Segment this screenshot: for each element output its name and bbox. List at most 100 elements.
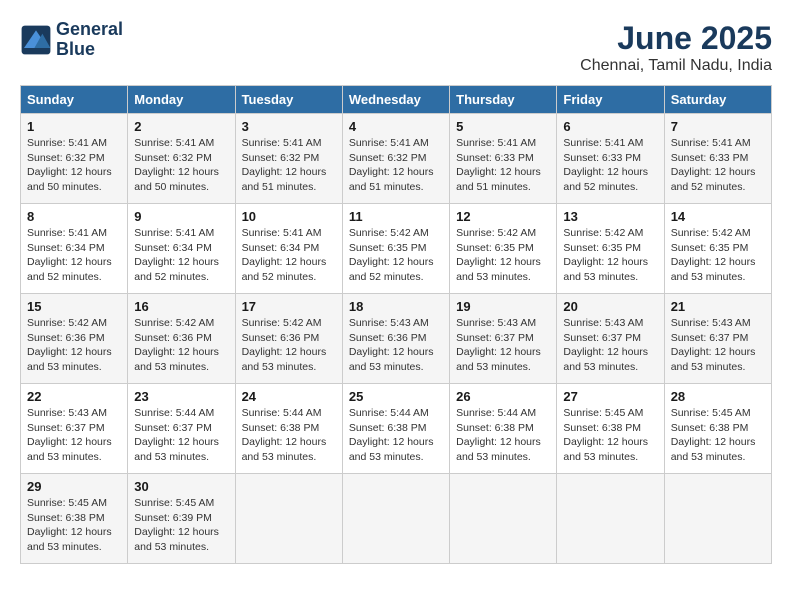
day-info: Sunrise: 5:41 AM Sunset: 6:34 PM Dayligh… [134,226,228,285]
table-row: 8Sunrise: 5:41 AM Sunset: 6:34 PM Daylig… [21,204,128,294]
day-number: 25 [349,389,443,404]
table-row: 23 Sunrise: 5:44 AM Sunset: 6:37 PM Dayli… [128,384,235,474]
day-info: Sunrise: 5:43 AM Sunset: 6:37 PM Dayligh… [456,316,550,375]
day-number: 1 [27,119,121,134]
day-number: 12 [456,209,550,224]
table-row: 26 Sunrise: 5:44 AM Sunset: 6:38 PM Dayli… [450,384,557,474]
title-block: June 2025 Chennai, Tamil Nadu, India [580,20,772,75]
table-row [342,474,449,564]
day-info: Sunrise: 5:44 AM Sunset: 6:38 PM Dayligh… [242,406,336,465]
header-friday: Friday [557,86,664,114]
day-info: Sunrise: 5:41 AM Sunset: 6:33 PM Dayligh… [671,136,765,195]
header-saturday: Saturday [664,86,771,114]
header-wednesday: Wednesday [342,86,449,114]
day-info: Sunrise: 5:44 AM Sunset: 6:37 PM Dayligh… [134,406,228,465]
day-number: 5 [456,119,550,134]
day-number: 21 [671,299,765,314]
day-number: 4 [349,119,443,134]
table-row: 9 Sunrise: 5:41 AM Sunset: 6:34 PM Daylig… [128,204,235,294]
day-number: 10 [242,209,336,224]
table-row: 20 Sunrise: 5:43 AM Sunset: 6:37 PM Dayli… [557,294,664,384]
day-number: 7 [671,119,765,134]
table-row: 13 Sunrise: 5:42 AM Sunset: 6:35 PM Dayli… [557,204,664,294]
day-info: Sunrise: 5:42 AM Sunset: 6:35 PM Dayligh… [563,226,657,285]
day-info: Sunrise: 5:42 AM Sunset: 6:36 PM Dayligh… [134,316,228,375]
table-row [664,474,771,564]
day-info: Sunrise: 5:41 AM Sunset: 6:32 PM Dayligh… [242,136,336,195]
day-number: 29 [27,479,121,494]
day-number: 30 [134,479,228,494]
table-row: 7 Sunrise: 5:41 AM Sunset: 6:33 PM Daylig… [664,114,771,204]
day-info: Sunrise: 5:42 AM Sunset: 6:35 PM Dayligh… [671,226,765,285]
day-number: 27 [563,389,657,404]
header-tuesday: Tuesday [235,86,342,114]
day-number: 8 [27,209,121,224]
day-number: 24 [242,389,336,404]
day-info: Sunrise: 5:41 AM Sunset: 6:32 PM Dayligh… [349,136,443,195]
calendar-week-row: 29 Sunrise: 5:45 AM Sunset: 6:38 PM Dayli… [21,474,772,564]
table-row: 6 Sunrise: 5:41 AM Sunset: 6:33 PM Daylig… [557,114,664,204]
table-row: 15Sunrise: 5:42 AM Sunset: 6:36 PM Dayli… [21,294,128,384]
table-row: 2Sunrise: 5:41 AM Sunset: 6:32 PM Daylig… [128,114,235,204]
day-info: Sunrise: 5:44 AM Sunset: 6:38 PM Dayligh… [349,406,443,465]
day-number: 28 [671,389,765,404]
day-number: 16 [134,299,228,314]
calendar-week-row: 22Sunrise: 5:43 AM Sunset: 6:37 PM Dayli… [21,384,772,474]
day-info: Sunrise: 5:41 AM Sunset: 6:32 PM Dayligh… [27,136,121,195]
calendar-week-row: 15Sunrise: 5:42 AM Sunset: 6:36 PM Dayli… [21,294,772,384]
table-row: 14 Sunrise: 5:42 AM Sunset: 6:35 PM Dayli… [664,204,771,294]
table-row: 28Sunrise: 5:45 AM Sunset: 6:38 PM Dayli… [664,384,771,474]
calendar-subtitle: Chennai, Tamil Nadu, India [580,57,772,75]
day-info: Sunrise: 5:41 AM Sunset: 6:33 PM Dayligh… [456,136,550,195]
table-row: 16 Sunrise: 5:42 AM Sunset: 6:36 PM Dayli… [128,294,235,384]
day-info: Sunrise: 5:45 AM Sunset: 6:38 PM Dayligh… [563,406,657,465]
table-row [235,474,342,564]
day-number: 13 [563,209,657,224]
day-number: 14 [671,209,765,224]
table-row: 12 Sunrise: 5:42 AM Sunset: 6:35 PM Dayli… [450,204,557,294]
header-sunday: Sunday [21,86,128,114]
day-number: 26 [456,389,550,404]
table-row [450,474,557,564]
table-row: 1 Sunrise: 5:41 AM Sunset: 6:32 PM Daylig… [21,114,128,204]
day-info: Sunrise: 5:41 AM Sunset: 6:33 PM Dayligh… [563,136,657,195]
day-number: 3 [242,119,336,134]
day-number: 22 [27,389,121,404]
day-number: 6 [563,119,657,134]
calendar-table: Sunday Monday Tuesday Wednesday Thursday… [20,85,772,564]
table-row [557,474,664,564]
day-number: 19 [456,299,550,314]
day-info: Sunrise: 5:45 AM Sunset: 6:39 PM Dayligh… [134,496,228,555]
table-row: 29 Sunrise: 5:45 AM Sunset: 6:38 PM Dayli… [21,474,128,564]
day-info: Sunrise: 5:43 AM Sunset: 6:37 PM Dayligh… [563,316,657,375]
table-row: 24 Sunrise: 5:44 AM Sunset: 6:38 PM Dayli… [235,384,342,474]
day-info: Sunrise: 5:45 AM Sunset: 6:38 PM Dayligh… [27,496,121,555]
table-row: 19 Sunrise: 5:43 AM Sunset: 6:37 PM Dayli… [450,294,557,384]
table-row: 30 Sunrise: 5:45 AM Sunset: 6:39 PM Dayli… [128,474,235,564]
calendar-week-row: 1 Sunrise: 5:41 AM Sunset: 6:32 PM Daylig… [21,114,772,204]
day-info: Sunrise: 5:43 AM Sunset: 6:37 PM Dayligh… [671,316,765,375]
calendar-week-row: 8 Sunrise: 5:41 AM Sunset: 6:34 PM Daylig… [21,204,772,294]
day-number: 2 [134,119,228,134]
logo-text: General Blue [56,20,123,60]
day-number: 20 [563,299,657,314]
table-row: 10 Sunrise: 5:41 AM Sunset: 6:34 PM Dayli… [235,204,342,294]
table-row: 17 Sunrise: 5:42 AM Sunset: 6:36 PM Dayli… [235,294,342,384]
day-number: 9 [134,209,228,224]
table-row: 4 Sunrise: 5:41 AM Sunset: 6:32 PM Daylig… [342,114,449,204]
day-info: Sunrise: 5:44 AM Sunset: 6:38 PM Dayligh… [456,406,550,465]
header-thursday: Thursday [450,86,557,114]
day-info: Sunrise: 5:42 AM Sunset: 6:36 PM Dayligh… [242,316,336,375]
day-info: Sunrise: 5:42 AM Sunset: 6:36 PM Dayligh… [27,316,121,375]
table-row: 3 Sunrise: 5:41 AM Sunset: 6:32 PM Daylig… [235,114,342,204]
day-number: 11 [349,209,443,224]
day-number: 23 [134,389,228,404]
table-row: 11Sunrise: 5:42 AM Sunset: 6:35 PM Dayli… [342,204,449,294]
table-row: 25 Sunrise: 5:44 AM Sunset: 6:38 PM Dayli… [342,384,449,474]
table-row: 27 Sunrise: 5:45 AM Sunset: 6:38 PM Dayli… [557,384,664,474]
day-info: Sunrise: 5:42 AM Sunset: 6:35 PM Dayligh… [456,226,550,285]
day-number: 17 [242,299,336,314]
day-header-row: Sunday Monday Tuesday Wednesday Thursday… [21,86,772,114]
day-info: Sunrise: 5:41 AM Sunset: 6:34 PM Dayligh… [242,226,336,285]
header: General Blue June 2025 Chennai, Tamil Na… [20,20,772,75]
